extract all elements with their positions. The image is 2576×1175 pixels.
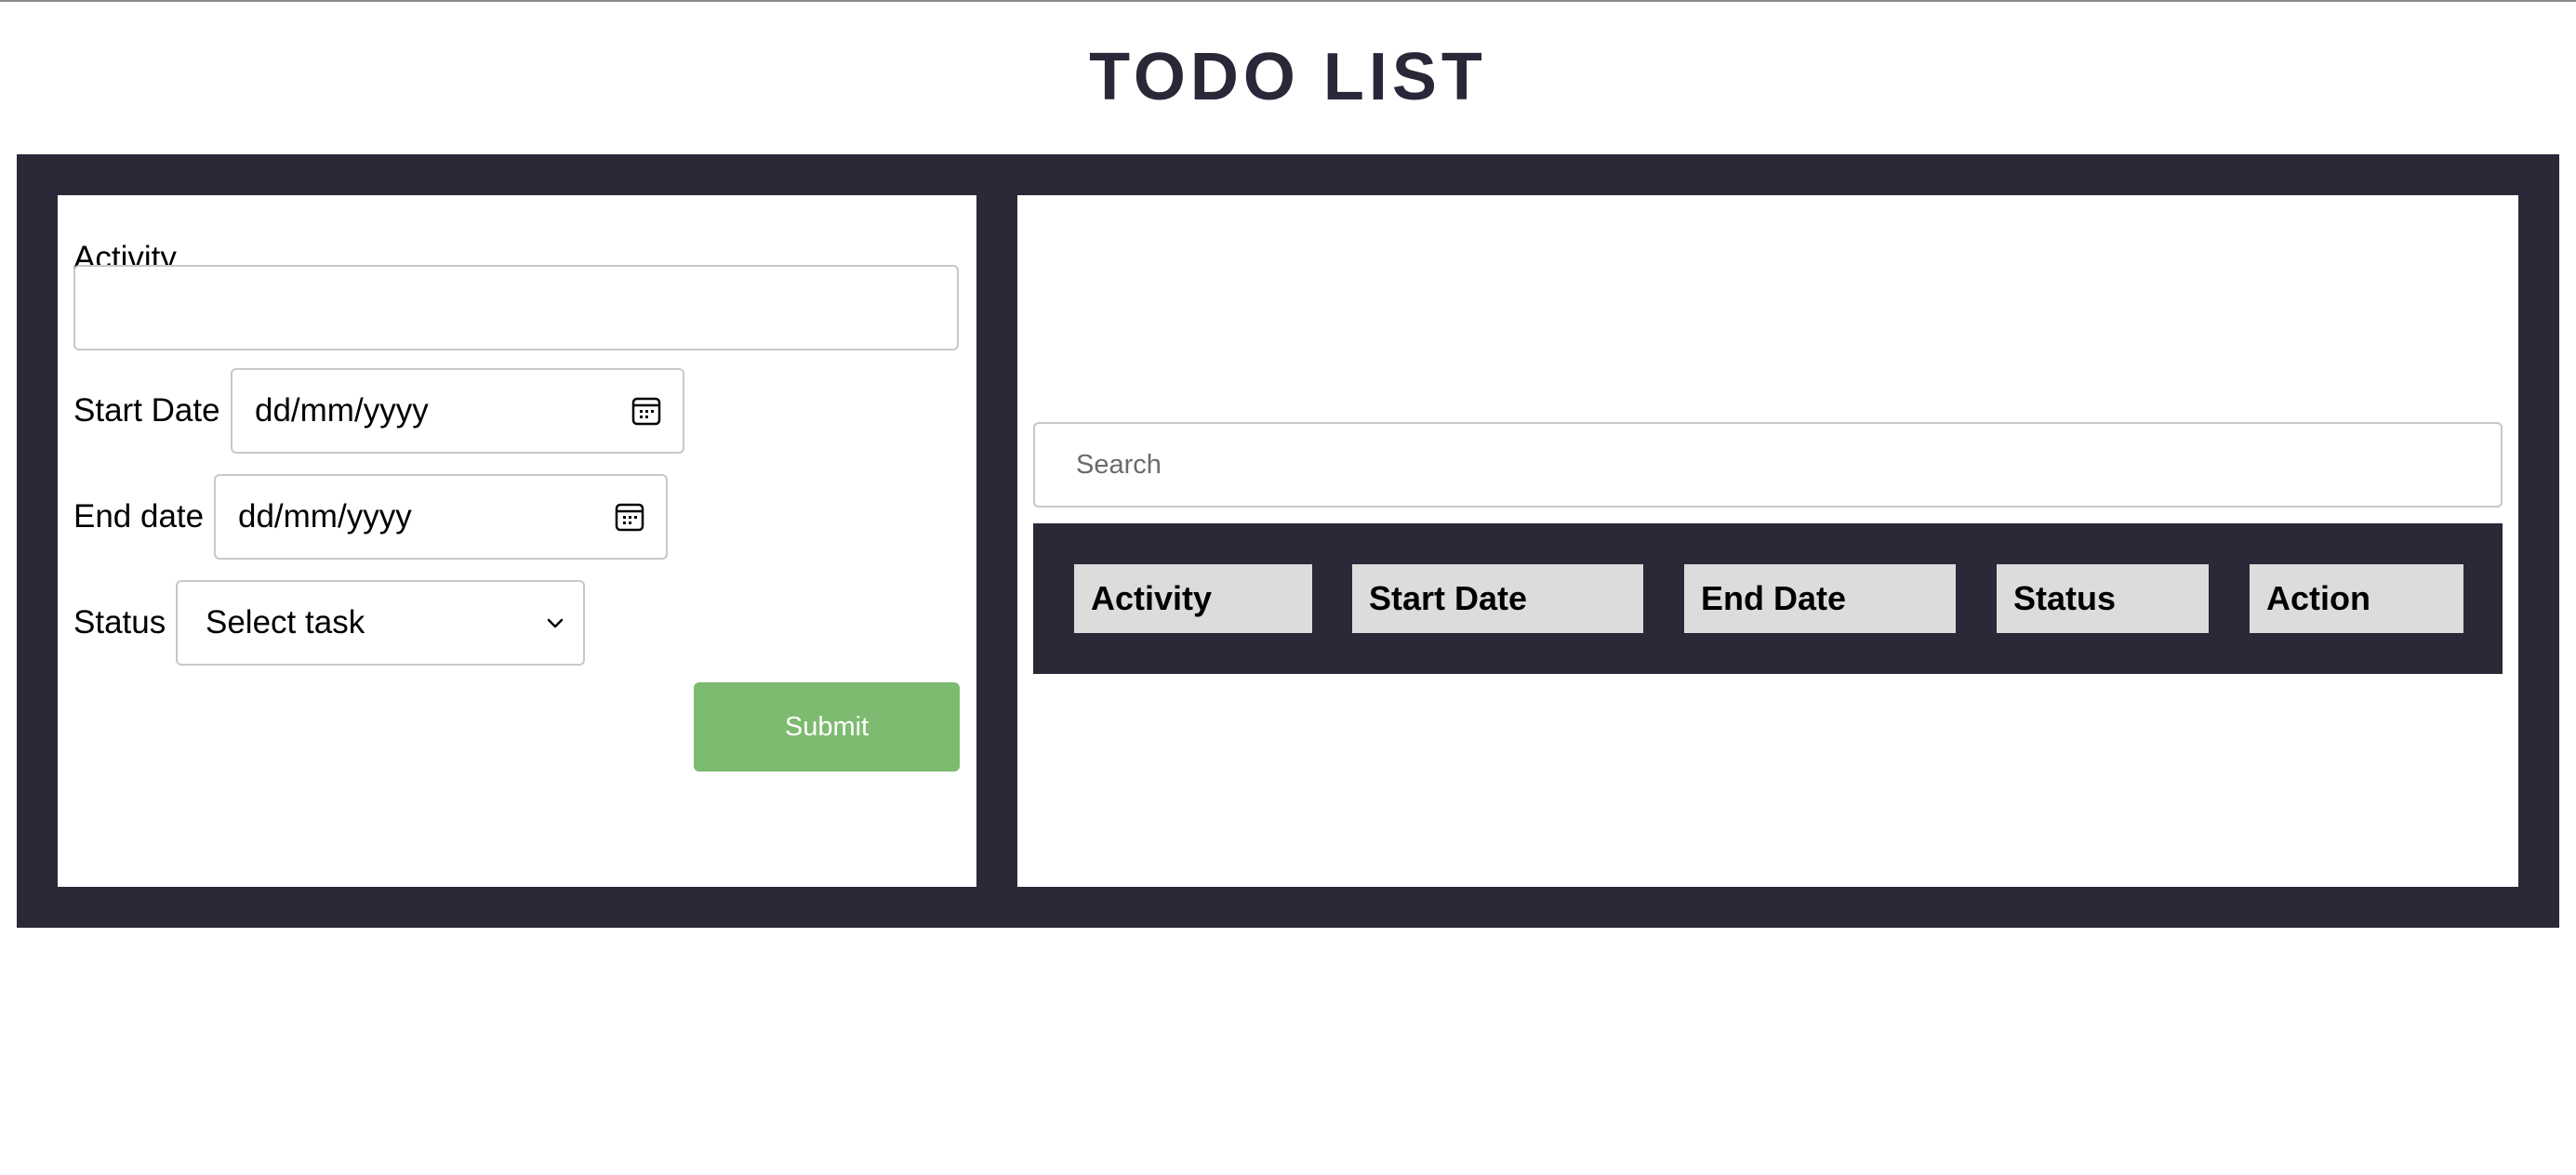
top-divider — [0, 0, 2576, 2]
submit-button[interactable]: Submit — [694, 682, 960, 772]
status-select[interactable]: Select task — [176, 580, 585, 666]
todo-list-panel: Activity Start Date End Date Status Acti… — [1017, 195, 2518, 887]
column-header-start-date: Start Date — [1352, 564, 1643, 633]
todo-form: Activity Start Date dd/mm/yyyy End date … — [58, 195, 976, 887]
column-header-activity: Activity — [1074, 564, 1312, 633]
end-date-placeholder: dd/mm/yyyy — [238, 498, 412, 535]
chevron-down-icon — [544, 612, 566, 634]
column-header-status: Status — [1997, 564, 2209, 633]
column-header-action: Action — [2250, 564, 2463, 633]
status-selected-value: Select task — [206, 604, 365, 640]
end-date-label: End date — [73, 498, 205, 535]
start-date-label: Start Date — [73, 392, 220, 429]
column-header-end-date: End Date — [1684, 564, 1956, 633]
activity-input[interactable] — [73, 265, 959, 350]
app-frame: Activity Start Date dd/mm/yyyy End date … — [17, 154, 2559, 928]
status-label: Status — [73, 604, 166, 640]
page-title: TODO LIST — [1089, 40, 1487, 114]
calendar-icon[interactable] — [614, 501, 645, 533]
end-date-input[interactable]: dd/mm/yyyy — [214, 474, 668, 560]
search-input[interactable] — [1033, 422, 2503, 508]
calendar-icon[interactable] — [631, 395, 662, 427]
start-date-input[interactable]: dd/mm/yyyy — [231, 368, 684, 454]
todo-table: Activity Start Date End Date Status Acti… — [1033, 523, 2503, 674]
start-date-placeholder: dd/mm/yyyy — [255, 392, 429, 429]
